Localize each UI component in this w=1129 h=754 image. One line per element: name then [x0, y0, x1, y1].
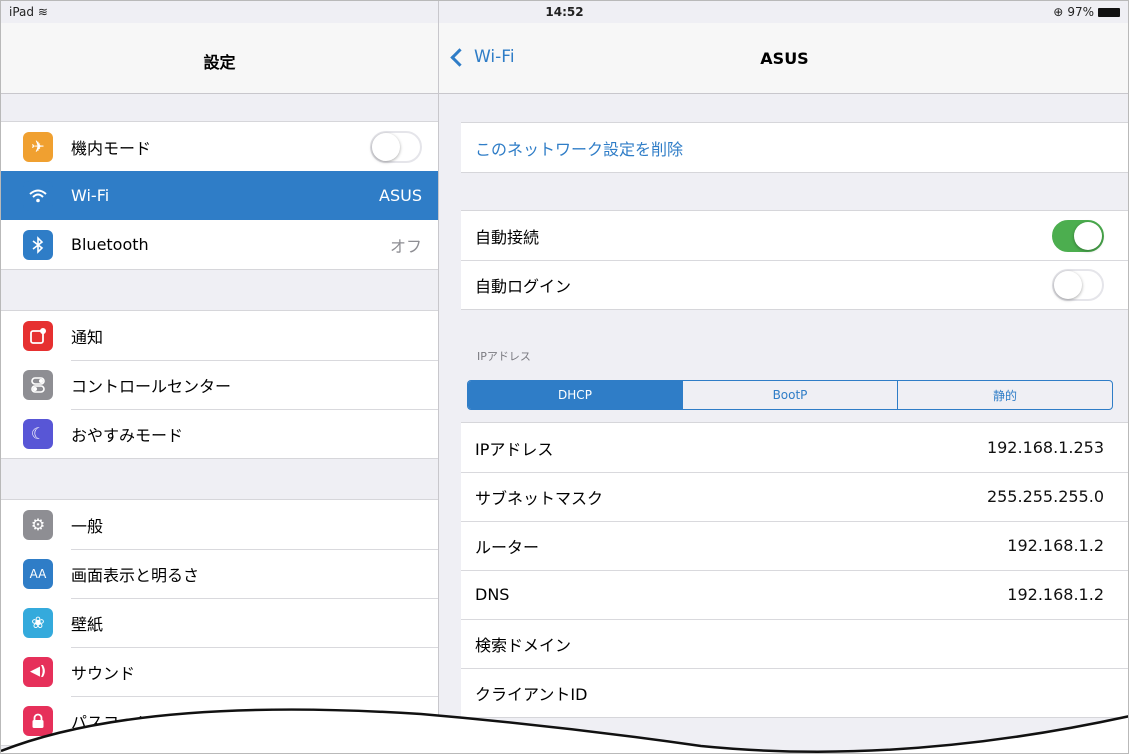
- router-row: ルーター 192.168.1.2: [461, 521, 1128, 570]
- settings-master-pane: 設定 ✈ 機内モード Wi-Fi ASUS Bluetooth オフ 通知 コン…: [1, 1, 439, 753]
- row-label: 検索ドメイン: [475, 635, 572, 655]
- control-center-icon: [23, 369, 53, 400]
- settings-item-label: Bluetooth: [71, 235, 149, 254]
- settings-item-notifications[interactable]: 通知: [1, 311, 438, 360]
- battery-indicator: ⊕ 97%: [1053, 5, 1120, 19]
- status-bar: iPad ≋ 14:52 ⊕ 97%: [1, 1, 1128, 23]
- forget-network-button[interactable]: このネットワーク設定を削除: [461, 123, 1128, 172]
- row-value: 192.168.1.2: [1007, 536, 1104, 555]
- auto-login-label: 自動ログイン: [475, 276, 572, 296]
- ipad-screen: 設定 ✈ 機内モード Wi-Fi ASUS Bluetooth オフ 通知 コン…: [0, 0, 1129, 754]
- sound-icon: ◀): [23, 656, 53, 687]
- settings-item-label: 通知: [71, 327, 104, 347]
- row-label: クライアントID: [475, 684, 588, 704]
- torn-edge-decoration: [1, 708, 1128, 753]
- rotation-lock-icon: ⊕: [1053, 5, 1064, 19]
- auto-join-toggle[interactable]: [1052, 219, 1104, 252]
- airplane-icon: ✈: [23, 131, 53, 162]
- row-value: 192.168.1.2: [1007, 585, 1104, 604]
- bluetooth-status-value: オフ: [389, 236, 422, 256]
- gear-icon: ⚙: [23, 509, 53, 540]
- settings-item-sound[interactable]: ◀) サウンド: [1, 647, 438, 696]
- battery-percent: 97%: [1067, 5, 1094, 19]
- detail-nav-bar: Wi-Fi ASUS: [439, 23, 1128, 94]
- battery-icon: [1098, 7, 1120, 17]
- dns-row[interactable]: DNS 192.168.1.2: [461, 570, 1128, 619]
- row-value: 192.168.1.253: [986, 438, 1104, 457]
- display-brightness-icon: AA: [23, 558, 53, 589]
- ip-address-row: IPアドレス 192.168.1.253: [461, 423, 1128, 472]
- row-value: 255.255.255.0: [986, 487, 1104, 506]
- settings-item-control-center[interactable]: コントロールセンター: [1, 360, 438, 409]
- settings-item-label: 一般: [71, 516, 104, 536]
- auto-login-toggle[interactable]: [1052, 268, 1104, 301]
- ip-details-group: IPアドレス 192.168.1.253 サブネットマスク 255.255.25…: [461, 422, 1128, 718]
- settings-item-bluetooth[interactable]: Bluetooth オフ: [1, 220, 438, 269]
- row-label: サブネットマスク: [475, 488, 604, 508]
- settings-group-connectivity: ✈ 機内モード Wi-Fi ASUS Bluetooth オフ: [1, 121, 438, 270]
- row-label: IPアドレス: [475, 439, 554, 459]
- forget-network-group: このネットワーク設定を削除: [461, 122, 1128, 173]
- settings-item-label: おやすみモード: [71, 425, 184, 445]
- settings-item-wifi[interactable]: Wi-Fi ASUS: [1, 171, 438, 220]
- auto-join-group: 自動接続 自動ログイン: [461, 210, 1128, 310]
- settings-item-label: 機内モード: [71, 138, 152, 158]
- settings-item-display-brightness[interactable]: AA 画面表示と明るさ: [1, 549, 438, 598]
- settings-group-notifications: 通知 コントロールセンター ☾ おやすみモード: [1, 310, 438, 459]
- auto-join-label: 自動接続: [475, 227, 540, 247]
- settings-item-label: 画面表示と明るさ: [71, 565, 200, 585]
- forget-network-label: このネットワーク設定を削除: [475, 139, 684, 159]
- ip-mode-segmented-control: DHCP BootP 静的: [467, 380, 1113, 410]
- settings-item-label: コントロールセンター: [71, 376, 232, 396]
- auto-login-row: 自動ログイン: [461, 260, 1128, 309]
- settings-item-wallpaper[interactable]: ❀ 壁紙: [1, 598, 438, 647]
- wifi-network-value: ASUS: [379, 186, 422, 205]
- settings-item-do-not-disturb[interactable]: ☾ おやすみモード: [1, 409, 438, 458]
- wifi-icon: [23, 180, 53, 211]
- segment-bootp[interactable]: BootP: [682, 381, 897, 409]
- airplane-mode-toggle[interactable]: [370, 130, 422, 163]
- subnet-mask-row: サブネットマスク 255.255.255.0: [461, 472, 1128, 521]
- row-label: DNS: [475, 585, 510, 604]
- settings-item-label: 壁紙: [71, 614, 104, 634]
- settings-item-airplane-mode[interactable]: ✈ 機内モード: [1, 122, 438, 171]
- settings-item-label: サウンド: [71, 663, 136, 683]
- network-title: ASUS: [760, 49, 809, 68]
- auto-join-row: 自動接続: [461, 211, 1128, 260]
- ip-section-header: IPアドレス: [477, 350, 531, 363]
- wifi-detail-pane: Wi-Fi ASUS このネットワーク設定を削除 自動接続 自動ログイン IPア…: [439, 1, 1128, 753]
- search-domain-row[interactable]: 検索ドメイン: [461, 619, 1128, 668]
- segment-dhcp[interactable]: DHCP: [468, 381, 682, 409]
- segment-static[interactable]: 静的: [897, 381, 1112, 409]
- clock: 14:52: [545, 5, 584, 19]
- settings-item-general[interactable]: ⚙ 一般: [1, 500, 438, 549]
- notifications-icon: [23, 320, 53, 351]
- wallpaper-icon: ❀: [23, 607, 53, 638]
- page-title: 設定: [203, 53, 236, 72]
- settings-item-label: Wi-Fi: [71, 186, 110, 205]
- row-label: ルーター: [475, 537, 540, 557]
- bluetooth-icon: [23, 229, 53, 260]
- master-nav-bar: 設定: [1, 23, 438, 94]
- moon-icon: ☾: [23, 418, 53, 449]
